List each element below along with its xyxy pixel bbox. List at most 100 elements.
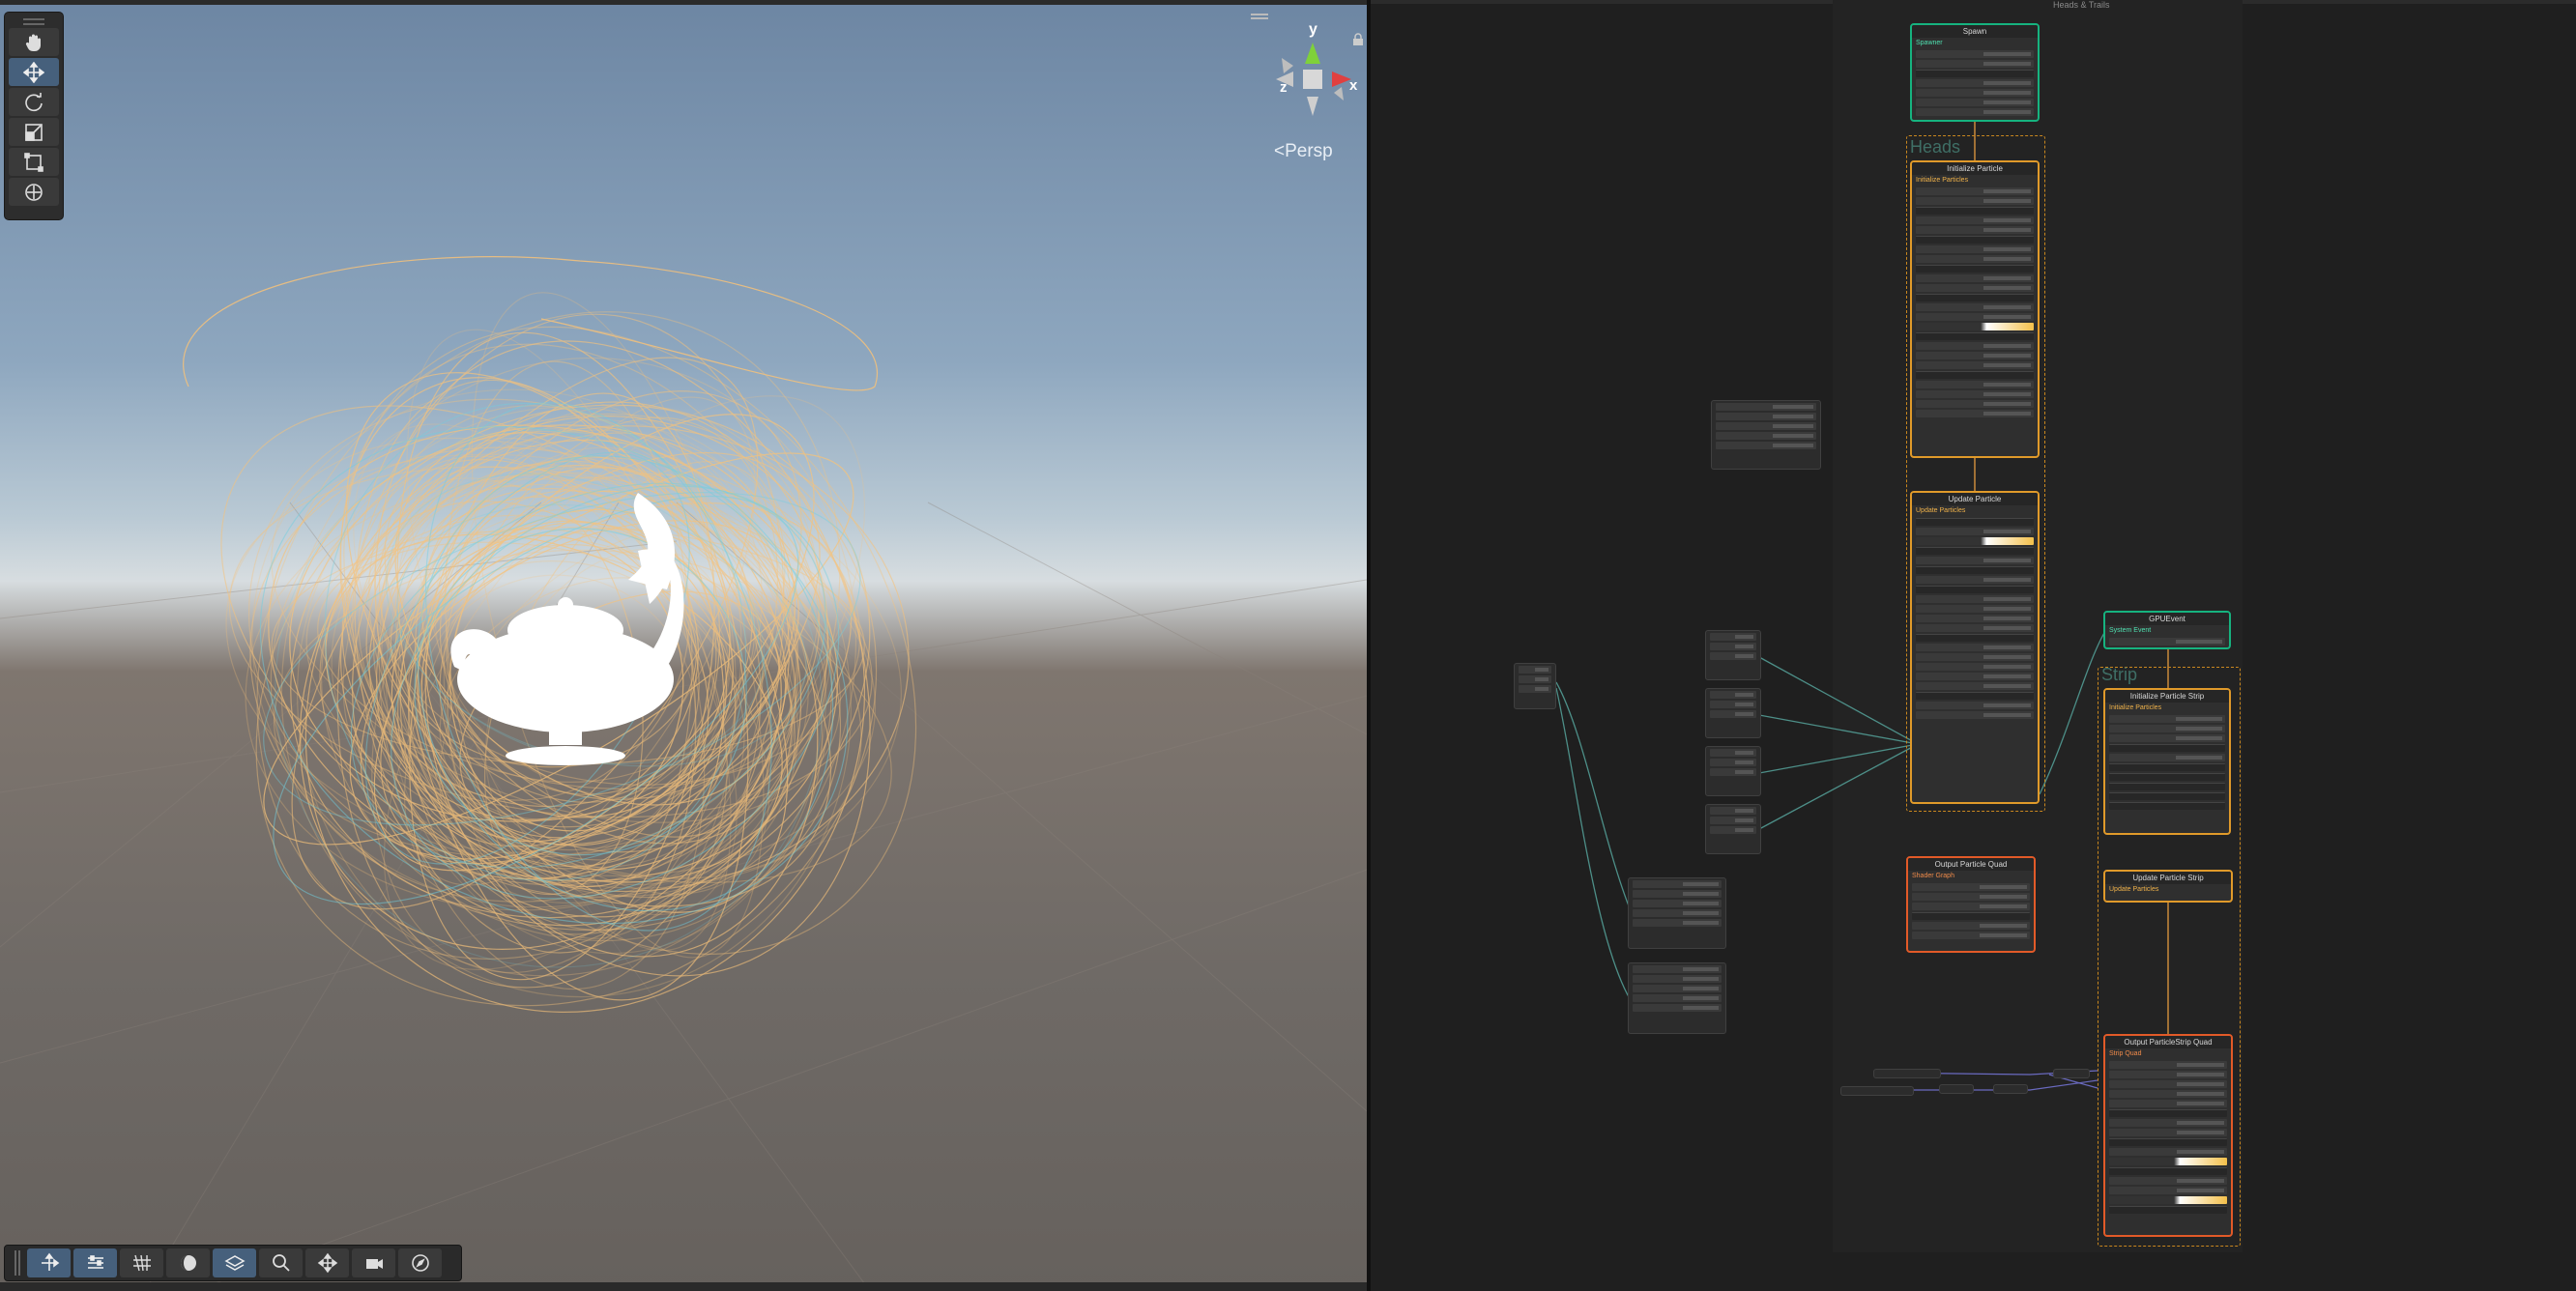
update-row[interactable]	[1916, 702, 2034, 709]
initialize-row[interactable]	[1916, 255, 2034, 263]
initialize-strip-row[interactable]	[2109, 754, 2225, 761]
output-quad-row[interactable]	[1912, 893, 2030, 901]
snap-overlay-button[interactable]	[305, 1248, 349, 1277]
camera-overlay-button[interactable]	[352, 1248, 395, 1277]
initialize-row[interactable]	[1916, 197, 2034, 205]
gizmo-overlay-button[interactable]	[398, 1248, 442, 1277]
output-quad-row[interactable]	[1912, 932, 2030, 939]
update-row[interactable]	[1916, 644, 2034, 651]
transform-tool-button[interactable]	[9, 178, 59, 206]
scene-view[interactable]: y z x <Persp	[0, 0, 1367, 1291]
spawn-context[interactable]: Spawn Spawner	[1910, 23, 2040, 122]
update-strip-context[interactable]: Update Particle Strip Update Particles	[2103, 870, 2233, 903]
spawn-row[interactable]	[1916, 60, 2034, 68]
output-strip-context[interactable]: Output ParticleStrip Quad Strip Quad	[2103, 1034, 2233, 1237]
output-quad-context[interactable]: Output Particle Quad Shader Graph	[1906, 856, 2036, 953]
move-tool-button[interactable]	[9, 58, 59, 86]
initialize-row[interactable]	[1916, 342, 2034, 350]
move-overlay-button[interactable]	[27, 1248, 71, 1277]
rotate-tool-button[interactable]	[9, 88, 59, 116]
initialize-row[interactable]	[1916, 274, 2034, 282]
spawn-row[interactable]	[1916, 50, 2034, 58]
initialize-row[interactable]	[1916, 361, 2034, 369]
initialize-gradient-field[interactable]	[1916, 323, 2034, 330]
initialize-row[interactable]	[1916, 390, 2034, 398]
palette-grip[interactable]	[9, 16, 59, 26]
update-row[interactable]	[1916, 682, 2034, 690]
output-strip-row[interactable]	[2109, 1129, 2227, 1136]
rect-tool-button[interactable]	[9, 148, 59, 176]
operator-node[interactable]	[1514, 663, 1556, 709]
spawn-row[interactable]	[1916, 79, 2034, 87]
initialize-row[interactable]	[1916, 352, 2034, 359]
output-quad-row[interactable]	[1912, 922, 2030, 930]
initialize-row[interactable]	[1916, 216, 2034, 224]
update-row[interactable]	[1916, 595, 2034, 603]
output-quad-row[interactable]	[1912, 903, 2030, 910]
output-strip-row[interactable]	[2109, 1187, 2227, 1194]
operator-node[interactable]	[1628, 877, 1726, 949]
output-strip-row[interactable]	[2109, 1100, 2227, 1107]
operator-node[interactable]	[1705, 688, 1761, 738]
update-row[interactable]	[1916, 653, 2034, 661]
shading-overlay-button[interactable]	[166, 1248, 210, 1277]
output-quad-row[interactable]	[1912, 883, 2030, 891]
output-strip-row[interactable]	[2109, 1090, 2227, 1098]
projection-toggle[interactable]: <Persp	[1274, 141, 1333, 162]
property-node[interactable]	[1993, 1084, 2028, 1094]
update-row[interactable]	[1916, 624, 2034, 632]
initialize-row[interactable]	[1916, 303, 2034, 311]
initialize-row[interactable]	[1916, 381, 2034, 388]
gpu-event-context[interactable]: GPUEvent System Event	[2103, 611, 2231, 649]
output-strip-gradient-field[interactable]	[2109, 1158, 2227, 1165]
update-row[interactable]	[1916, 711, 2034, 719]
update-row[interactable]	[1916, 673, 2034, 680]
operator-node[interactable]	[1711, 400, 1821, 470]
search-overlay-button[interactable]	[259, 1248, 303, 1277]
initialize-strip-row[interactable]	[2109, 715, 2225, 723]
property-node[interactable]	[1840, 1086, 1914, 1096]
gpu-event-row[interactable]	[2109, 638, 2225, 646]
update-gradient-field[interactable]	[1916, 537, 2034, 545]
update-row[interactable]	[1916, 528, 2034, 535]
initialize-row[interactable]	[1916, 400, 2034, 408]
initialize-row[interactable]	[1916, 313, 2034, 321]
operator-node[interactable]	[1705, 746, 1761, 796]
property-node[interactable]	[1939, 1084, 1974, 1094]
initialize-strip-row[interactable]	[2109, 734, 2225, 742]
initialize-strip-context[interactable]: Initialize Particle Strip Initialize Par…	[2103, 688, 2231, 835]
hand-tool-button[interactable]	[9, 28, 59, 56]
update-row[interactable]	[1916, 557, 2034, 564]
initialize-strip-row[interactable]	[2109, 725, 2225, 732]
initialize-context[interactable]: Initialize Particle Initialize Particles	[1910, 160, 2040, 458]
update-row[interactable]	[1916, 615, 2034, 622]
spawn-row[interactable]	[1916, 108, 2034, 116]
spawn-row[interactable]	[1916, 99, 2034, 106]
initialize-row[interactable]	[1916, 187, 2034, 195]
update-row[interactable]	[1916, 605, 2034, 613]
scale-tool-button[interactable]	[9, 118, 59, 146]
spawn-row[interactable]	[1916, 89, 2034, 97]
initialize-row[interactable]	[1916, 226, 2034, 234]
initialize-row[interactable]	[1916, 245, 2034, 253]
property-node[interactable]	[2053, 1069, 2090, 1078]
output-strip-row[interactable]	[2109, 1177, 2227, 1185]
orientation-gizmo[interactable]: y z x	[1262, 15, 1363, 128]
initialize-row[interactable]	[1916, 284, 2034, 292]
output-strip-gradient-field[interactable]	[2109, 1196, 2227, 1204]
update-context[interactable]: Update Particle Update Particles	[1910, 491, 2040, 804]
output-strip-row[interactable]	[2109, 1148, 2227, 1156]
initialize-row[interactable]	[1916, 410, 2034, 417]
property-node[interactable]	[1873, 1069, 1941, 1078]
operator-node[interactable]	[1628, 962, 1726, 1034]
update-row[interactable]	[1916, 663, 2034, 671]
update-row[interactable]	[1916, 576, 2034, 584]
toolbar-grip[interactable]	[14, 1250, 20, 1276]
operator-node[interactable]	[1705, 804, 1761, 854]
operator-node[interactable]	[1705, 630, 1761, 680]
output-strip-row[interactable]	[2109, 1080, 2227, 1088]
settings-overlay-button[interactable]	[73, 1248, 117, 1277]
output-strip-row[interactable]	[2109, 1061, 2227, 1069]
output-strip-row[interactable]	[2109, 1119, 2227, 1127]
layers-overlay-button[interactable]	[213, 1248, 256, 1277]
